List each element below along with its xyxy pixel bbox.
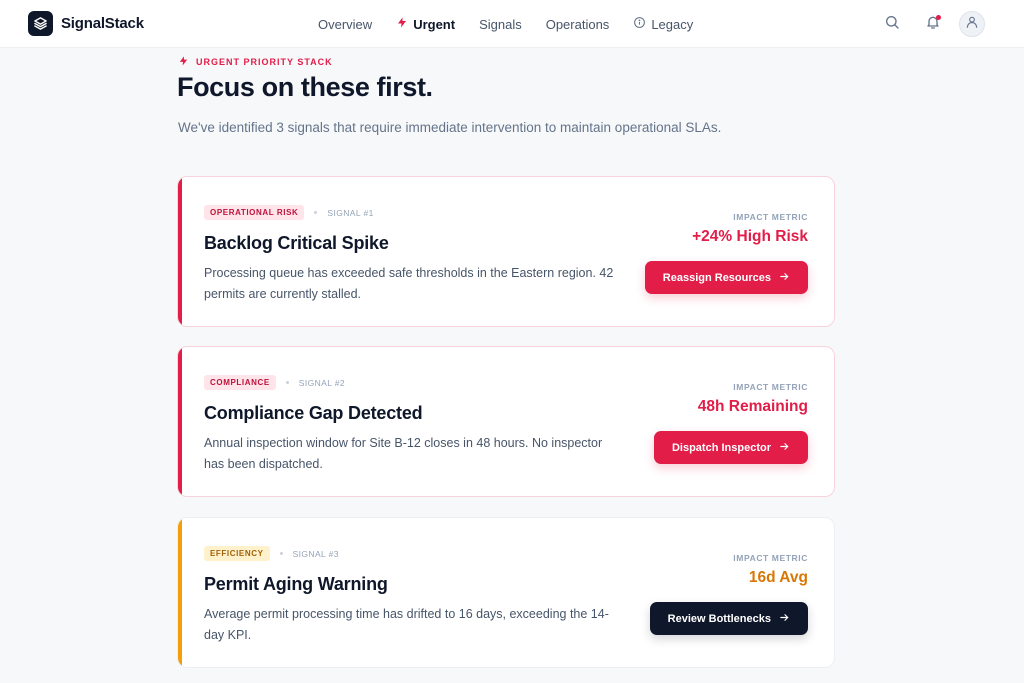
separator-dot xyxy=(279,552,283,555)
top-navigation-bar: SignalStack Overview Urgent Signals Oper… xyxy=(0,0,1024,48)
card-title: Backlog Critical Spike xyxy=(204,233,389,253)
info-circle-icon xyxy=(633,16,646,32)
signal-card: COMPLIANCE SIGNAL #2 Compliance Gap Dete… xyxy=(177,346,835,497)
card-accent-bar xyxy=(178,518,182,667)
metric-label: IMPACT METRIC xyxy=(733,382,808,392)
metric-value: 16d Avg xyxy=(748,569,808,586)
user-avatar[interactable] xyxy=(959,11,985,37)
signal-card: EFFICIENCY SIGNAL #3 Permit Aging Warnin… xyxy=(177,517,835,668)
card-tag-row: EFFICIENCY SIGNAL #3 xyxy=(204,546,339,561)
separator-dot xyxy=(314,211,318,214)
card-description: Processing queue has exceeded safe thres… xyxy=(204,266,614,301)
search-icon xyxy=(884,14,900,35)
button-label: Review Bottlenecks xyxy=(667,612,771,625)
card-accent-bar xyxy=(178,177,182,326)
section-eyebrow: URGENT PRIORITY STACK xyxy=(178,55,333,69)
search-button[interactable] xyxy=(880,12,904,36)
reassign-resources-button[interactable]: Reassign Resources xyxy=(644,261,808,294)
signal-number: SIGNAL #1 xyxy=(327,207,374,218)
button-label: Reassign Resources xyxy=(662,271,771,284)
card-accent-bar xyxy=(178,347,182,496)
signal-number: SIGNAL #3 xyxy=(292,548,339,559)
metric-value: 48h Remaining xyxy=(697,398,808,415)
category-badge: COMPLIANCE xyxy=(204,375,276,390)
notification-dot xyxy=(936,15,941,20)
layers-logo-icon xyxy=(28,11,53,36)
brand[interactable]: SignalStack xyxy=(28,11,144,36)
button-label: Dispatch Inspector xyxy=(671,441,771,454)
arrow-right-icon xyxy=(779,441,790,455)
card-description: Annual inspection window for Site B-12 c… xyxy=(204,436,603,471)
metric-label: IMPACT METRIC xyxy=(733,553,808,563)
card-title: Permit Aging Warning xyxy=(204,574,388,594)
bolt-icon xyxy=(396,16,408,32)
signal-card: OPERATIONAL RISK SIGNAL #1 Backlog Criti… xyxy=(177,176,835,327)
arrow-right-icon xyxy=(779,612,790,626)
brand-name: SignalStack xyxy=(61,15,144,32)
nav-item-label: Urgent xyxy=(413,16,456,32)
category-badge: OPERATIONAL RISK xyxy=(204,205,305,220)
metric-label: IMPACT METRIC xyxy=(733,212,808,222)
page-subtitle: We've identified 3 signals that require … xyxy=(178,120,722,135)
nav-item-label: Operations xyxy=(545,16,610,32)
user-avatar-icon xyxy=(965,15,979,34)
nav-item-operations[interactable]: Operations xyxy=(546,17,610,32)
arrow-right-icon xyxy=(779,271,790,285)
nav-item-label: Legacy xyxy=(651,16,694,32)
nav-item-legacy[interactable]: Legacy xyxy=(633,16,693,32)
card-tag-row: OPERATIONAL RISK SIGNAL #1 xyxy=(204,205,374,220)
dispatch-inspector-button[interactable]: Dispatch Inspector xyxy=(653,431,808,464)
review-bottlenecks-button[interactable]: Review Bottlenecks xyxy=(649,602,808,635)
eyebrow-label: URGENT PRIORITY STACK xyxy=(196,57,333,67)
card-title: Compliance Gap Detected xyxy=(204,403,423,423)
nav-item-urgent[interactable]: Urgent xyxy=(396,16,455,32)
notifications-button[interactable] xyxy=(921,12,945,36)
category-badge: EFFICIENCY xyxy=(204,546,270,561)
page-title: Focus on these first. xyxy=(177,72,433,102)
metric-value: +24% High Risk xyxy=(692,228,808,245)
card-description: Average permit processing time has drift… xyxy=(204,607,609,642)
nav-item-label: Overview xyxy=(318,16,373,32)
separator-dot xyxy=(285,381,289,384)
nav-item-signals[interactable]: Signals xyxy=(479,17,522,32)
nav-item-label: Signals xyxy=(479,16,522,32)
card-tag-row: COMPLIANCE SIGNAL #2 xyxy=(204,375,345,390)
bolt-icon xyxy=(178,55,189,69)
nav-item-overview[interactable]: Overview xyxy=(318,17,372,32)
signal-number: SIGNAL #2 xyxy=(298,377,346,388)
main-nav: Overview Urgent Signals Operations Legac… xyxy=(318,0,693,48)
